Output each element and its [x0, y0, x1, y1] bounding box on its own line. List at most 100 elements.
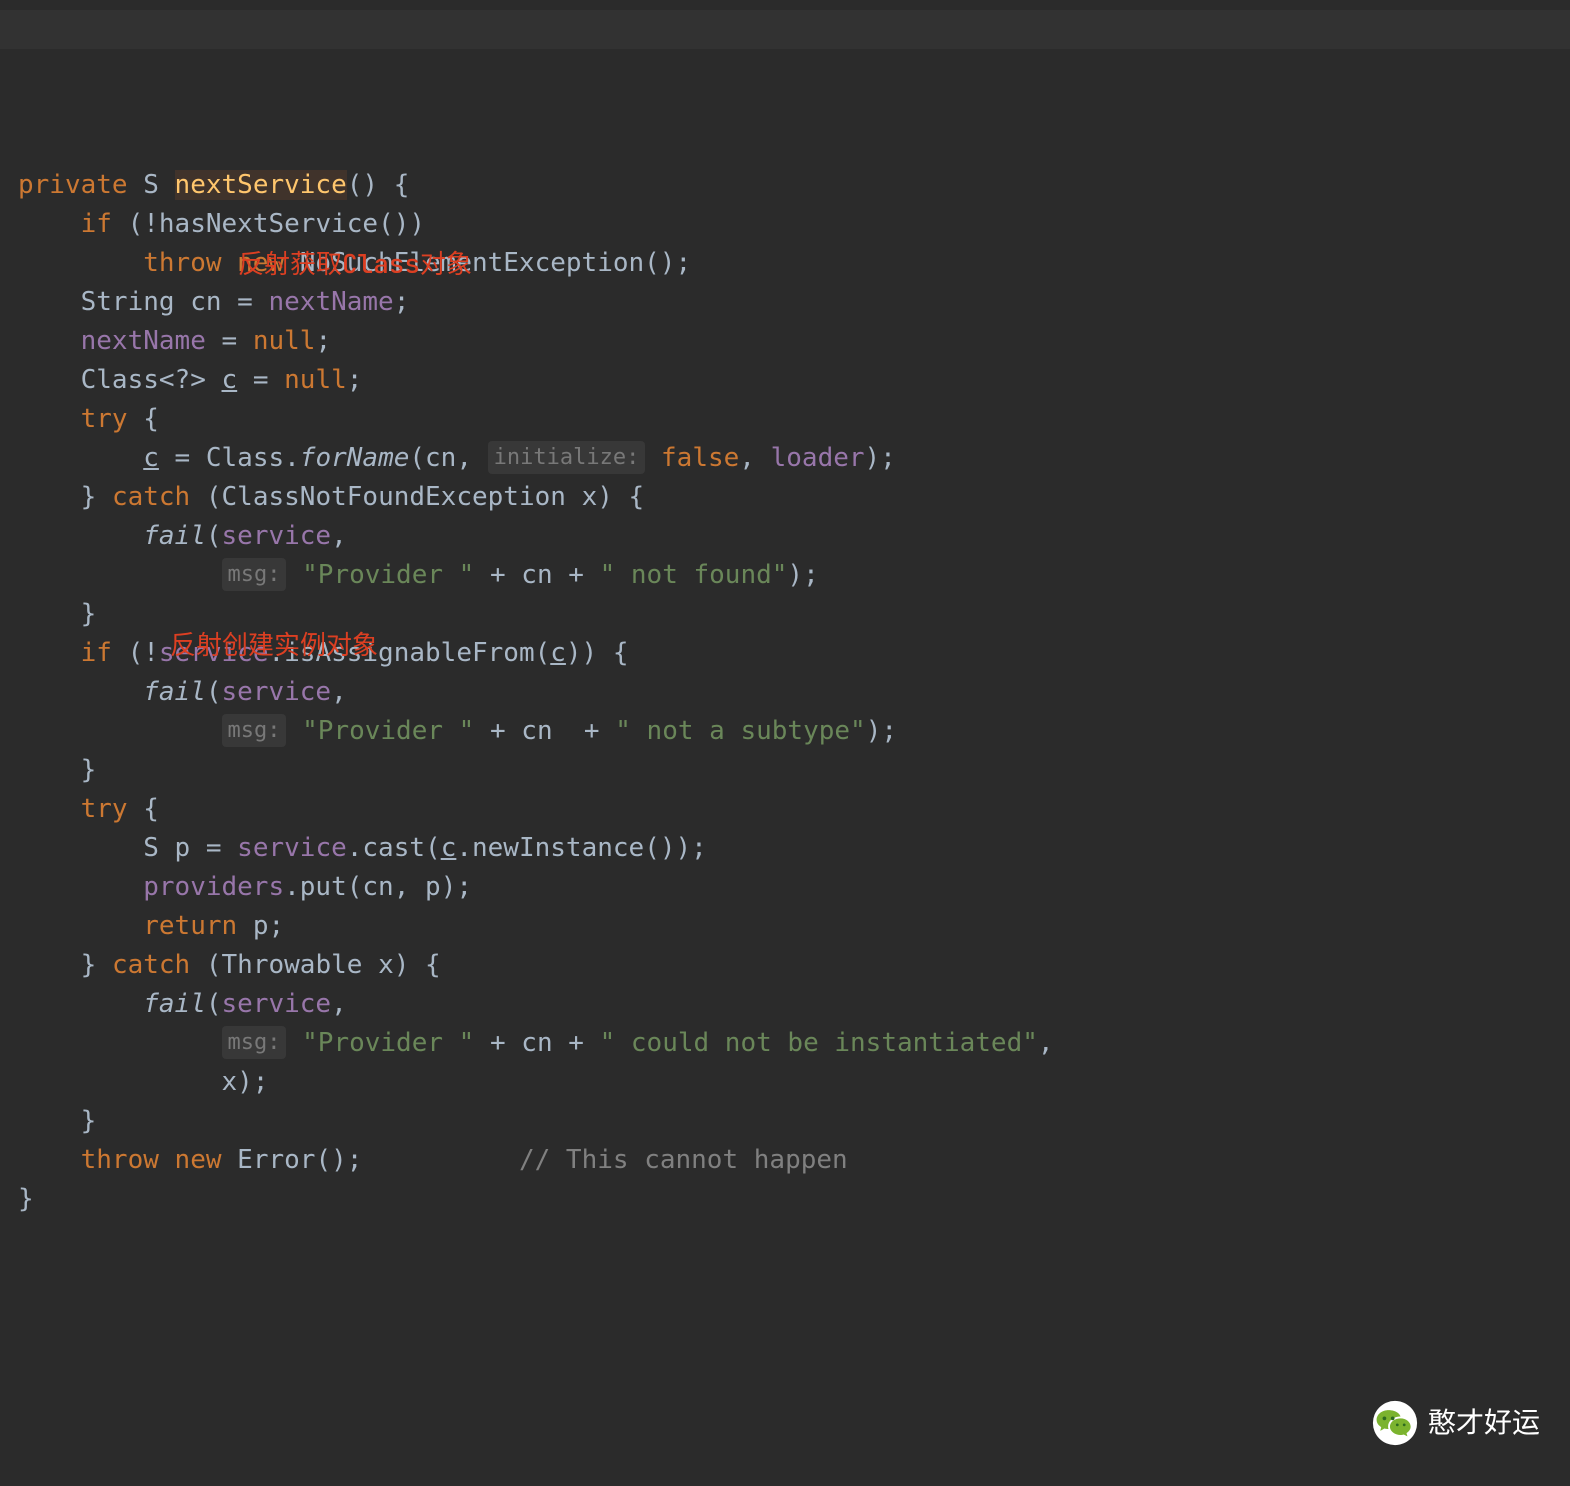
exc-call: (): [644, 248, 675, 278]
param-hint-msg: msg:: [222, 1026, 287, 1059]
catch-type: ClassNotFoundException: [222, 482, 566, 512]
method-fail: fail: [143, 677, 206, 707]
plus: +: [568, 560, 584, 590]
string-provider: "Provider ": [302, 1028, 474, 1058]
dot: .: [284, 443, 300, 473]
brace: }: [81, 1106, 97, 1136]
plus: +: [490, 1028, 506, 1058]
close-paren-semi: );: [441, 872, 472, 902]
brace: {: [629, 482, 645, 512]
semi: ;: [347, 1145, 363, 1175]
type-string: String: [81, 287, 175, 317]
error-tail: (): [315, 1145, 346, 1175]
cn-token: cn: [521, 560, 552, 590]
brace: }: [18, 1184, 34, 1214]
close-paren-semi: );: [865, 443, 896, 473]
paren: (: [206, 989, 222, 1019]
keyword-if: if: [81, 638, 112, 668]
comma: ,: [739, 443, 755, 473]
comma: ,: [456, 443, 472, 473]
paren: ): [597, 482, 613, 512]
comma: ,: [394, 872, 410, 902]
plus: +: [490, 560, 506, 590]
plus: +: [584, 716, 600, 746]
watermark: 憨才好运: [1372, 1400, 1540, 1446]
close-paren-semi: );: [866, 716, 897, 746]
string-not-found: " not found": [600, 560, 788, 590]
paren: (: [535, 638, 551, 668]
code-editor[interactable]: 反射获取Class对象 反射创建实例对象 private S nextServi…: [0, 0, 1570, 1258]
string-could-not: " could not be instantiated": [600, 1028, 1038, 1058]
comma: ,: [331, 989, 347, 1019]
method-forname: forName: [300, 443, 410, 473]
brace: {: [613, 638, 629, 668]
param-hint-initialize: initialize:: [488, 441, 646, 474]
annotation-reflection-class: 反射获取Class对象: [238, 244, 472, 283]
comma: ,: [331, 677, 347, 707]
dot: .: [456, 833, 472, 863]
current-line-highlight: [0, 10, 1570, 49]
ret-p: p: [253, 911, 269, 941]
keyword-return: return: [143, 911, 237, 941]
string-provider: "Provider ": [302, 716, 474, 746]
paren: (: [206, 482, 222, 512]
eq: =: [253, 365, 269, 395]
close-paren-semi: );: [787, 560, 818, 590]
tail: ()): [644, 833, 691, 863]
watermark-text: 憨才好运: [1428, 1402, 1540, 1444]
dot: .: [284, 872, 300, 902]
arg-service: service: [222, 677, 332, 707]
paren: (: [347, 872, 363, 902]
semi: ;: [675, 248, 691, 278]
method-cast: cast: [362, 833, 425, 863]
semi: ;: [691, 833, 707, 863]
method-fail: fail: [143, 521, 206, 551]
var-c: c: [222, 365, 238, 395]
paren: (: [206, 521, 222, 551]
ident-nextname: nextName: [268, 287, 393, 317]
semi: ;: [347, 365, 363, 395]
eq: =: [237, 287, 253, 317]
type-class: Class<?>: [81, 365, 206, 395]
brace: }: [81, 482, 97, 512]
semi: ;: [315, 326, 331, 356]
keyword-catch: catch: [112, 950, 190, 980]
method-put: put: [300, 872, 347, 902]
arg-loader: loader: [771, 443, 865, 473]
wechat-icon: [1372, 1400, 1418, 1446]
has-next-service: hasNextService: [159, 209, 378, 239]
arg-p: p: [425, 872, 441, 902]
param-hint-msg: msg:: [222, 714, 287, 747]
paren: (: [409, 443, 425, 473]
eq: =: [175, 443, 191, 473]
plus: +: [490, 716, 506, 746]
code-block: private S nextService() { if (!hasNextSe…: [18, 166, 1570, 1219]
keyword-catch: catch: [112, 482, 190, 512]
cn-token: cn: [521, 1028, 552, 1058]
brace: {: [143, 794, 159, 824]
var-p: p: [175, 833, 191, 863]
comma: ,: [1038, 1028, 1054, 1058]
error-class: Error: [237, 1145, 315, 1175]
brace: }: [81, 755, 97, 785]
paren: ): [394, 950, 410, 980]
string-not-subtype: " not a subtype": [615, 716, 865, 746]
keyword-if: if: [81, 209, 112, 239]
annotation-reflection-instance: 反射创建实例对象: [170, 625, 378, 664]
paren: (: [206, 677, 222, 707]
x-token: x: [222, 1067, 238, 1097]
keyword-private: private: [18, 170, 128, 200]
keyword-false: false: [661, 443, 739, 473]
type-s: S: [143, 170, 159, 200]
keyword-throw-new: throw new: [81, 1145, 222, 1175]
keyword-null: null: [253, 326, 316, 356]
var-c: c: [550, 638, 566, 668]
close-paren-semi: );: [237, 1067, 268, 1097]
brace: }: [81, 950, 97, 980]
var-c: c: [143, 443, 159, 473]
paren: (: [425, 833, 441, 863]
method-fail: fail: [143, 989, 206, 1019]
ident-nextname: nextName: [81, 326, 206, 356]
catch-type: Throwable: [222, 950, 363, 980]
keyword-try: try: [81, 404, 128, 434]
